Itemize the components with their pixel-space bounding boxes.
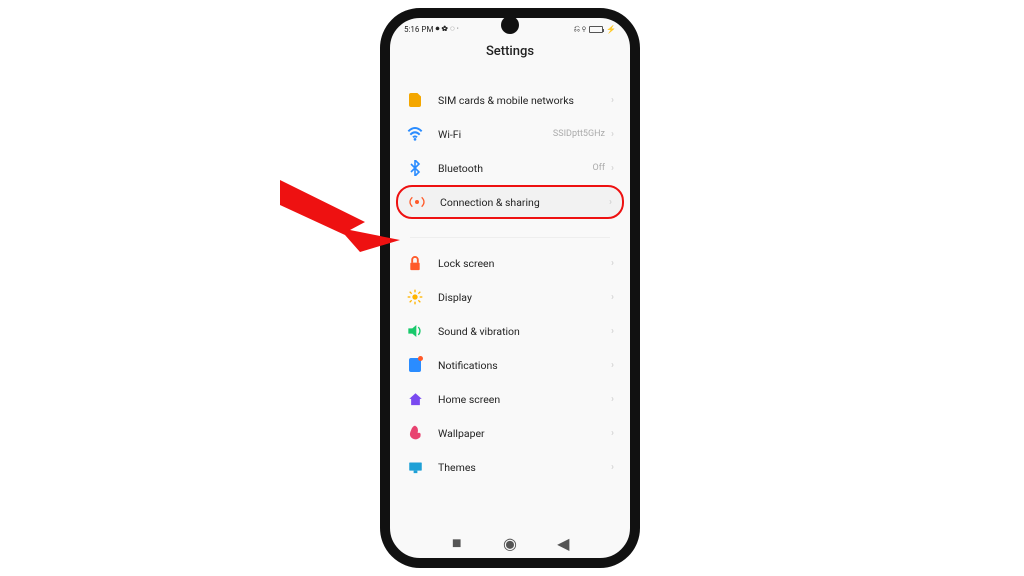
row-label: Notifications (438, 359, 611, 372)
nav-recent[interactable]: ■ (448, 534, 466, 552)
battery-icon (589, 26, 603, 33)
settings-row-wi-fi[interactable]: Wi-FiSSIDptt5GHz › (396, 117, 624, 151)
chevron-right-icon: › (611, 129, 614, 140)
settings-row-wallpaper[interactable]: Wallpaper› (396, 416, 624, 450)
chevron-right-icon: › (611, 292, 614, 303)
status-right-icons: ⎌ ⚲ (574, 24, 586, 34)
bluetooth-icon (406, 159, 424, 177)
wifi-icon (406, 125, 424, 143)
settings-row-lock-screen[interactable]: Lock screen› (396, 246, 624, 280)
chevron-right-icon: › (611, 163, 614, 174)
chevron-right-icon: › (609, 197, 612, 208)
chevron-right-icon: › (611, 95, 614, 106)
home-icon (406, 390, 424, 408)
settings-row-bluetooth[interactable]: BluetoothOff › (396, 151, 624, 185)
settings-list: SIM cards & mobile networks›Wi-FiSSIDptt… (390, 83, 630, 484)
themes-icon (406, 458, 424, 476)
row-label: Display (438, 291, 611, 304)
row-label: SIM cards & mobile networks (438, 94, 611, 107)
nav-home[interactable]: ◉ (501, 534, 519, 552)
chevron-right-icon: › (611, 462, 614, 473)
status-time: 5:16 PM (404, 25, 433, 34)
sound-icon (406, 322, 424, 340)
row-label: Wi-Fi (438, 128, 553, 141)
row-label: Bluetooth (438, 162, 593, 175)
sim-icon (406, 91, 424, 109)
row-label: Home screen (438, 393, 611, 406)
phone-notch (501, 16, 519, 34)
row-value: SSIDptt5GHz (553, 129, 605, 139)
nav-bar: ■ ◉ ◀ (390, 534, 630, 552)
settings-row-sound-vibration[interactable]: Sound & vibration› (396, 314, 624, 348)
group-separator (396, 219, 624, 235)
row-label: Wallpaper (438, 427, 611, 440)
settings-row-themes[interactable]: Themes› (396, 450, 624, 484)
settings-row-home-screen[interactable]: Home screen› (396, 382, 624, 416)
settings-row-sim-cards-mobile-networks[interactable]: SIM cards & mobile networks› (396, 83, 624, 117)
chevron-right-icon: › (611, 394, 614, 405)
lock-icon (406, 254, 424, 272)
chevron-right-icon: › (611, 258, 614, 269)
page-title: Settings (390, 34, 630, 83)
row-label: Lock screen (438, 257, 611, 270)
row-label: Sound & vibration (438, 325, 611, 338)
status-left: 5:16 PM ⏺ ✿ ◌ · (404, 24, 459, 34)
settings-row-display[interactable]: Display› (396, 280, 624, 314)
status-indicators: ⏺ ✿ ◌ · (435, 24, 458, 34)
nav-back[interactable]: ◀ (554, 534, 572, 552)
chevron-right-icon: › (611, 428, 614, 439)
status-right: ⎌ ⚲ ⚡ (574, 24, 616, 34)
display-icon (406, 288, 424, 306)
row-label: Themes (438, 461, 611, 474)
notifications-icon (406, 356, 424, 374)
wallpaper-icon (406, 424, 424, 442)
row-label: Connection & sharing (440, 196, 609, 209)
divider (410, 237, 610, 238)
row-value: Off (593, 163, 605, 173)
charging-icon: ⚡ (606, 25, 616, 34)
chevron-right-icon: › (611, 326, 614, 337)
connection-sharing-icon (408, 193, 426, 211)
settings-row-connection-sharing[interactable]: Connection & sharing› (396, 185, 624, 219)
settings-row-notifications[interactable]: Notifications› (396, 348, 624, 382)
phone-frame: 5:16 PM ⏺ ✿ ◌ · ⎌ ⚲ ⚡ Settings SIM cards… (380, 8, 640, 568)
chevron-right-icon: › (611, 360, 614, 371)
